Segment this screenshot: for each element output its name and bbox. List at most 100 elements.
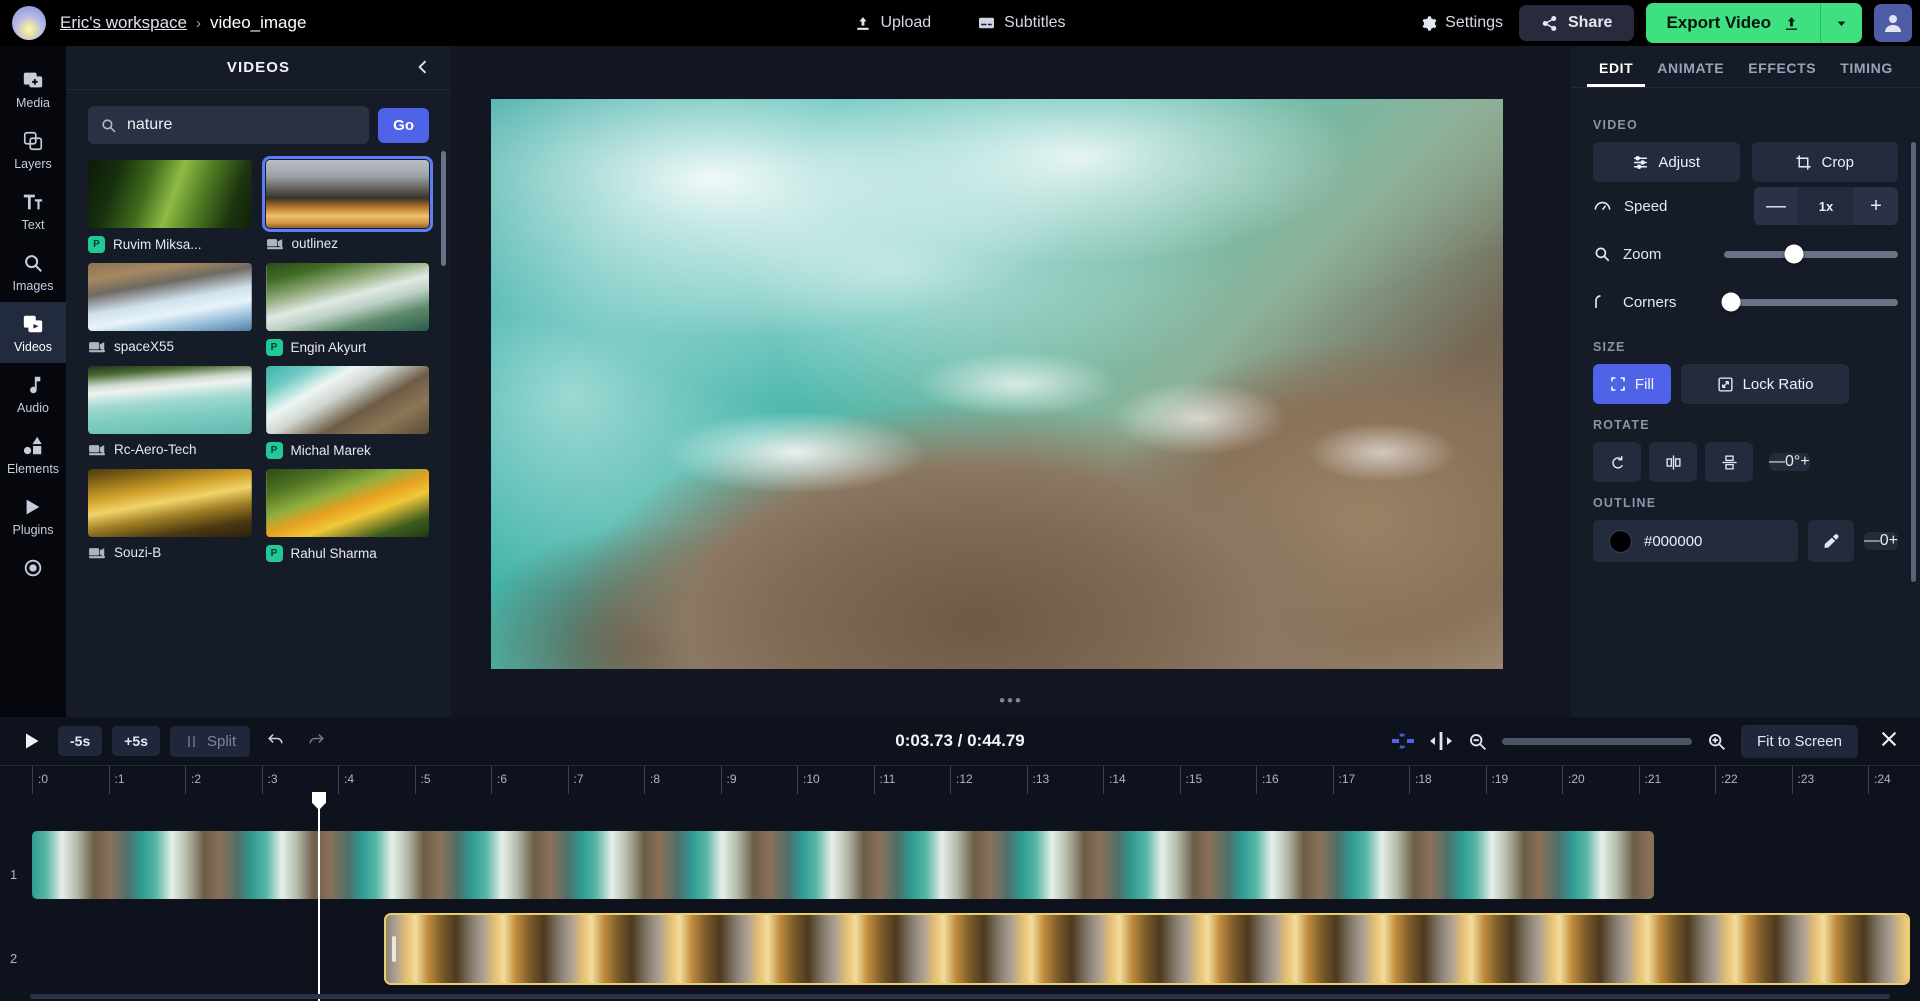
tab-effects[interactable]: EFFECTS bbox=[1736, 46, 1828, 87]
flip-horizontal-button[interactable] bbox=[1649, 442, 1697, 482]
zoom-slider-knob[interactable] bbox=[1784, 244, 1804, 264]
list-item[interactable]: P Michal Marek bbox=[265, 366, 429, 459]
close-timeline-button[interactable] bbox=[1872, 728, 1906, 755]
video-thumbnail[interactable] bbox=[88, 263, 252, 331]
sidebar-item-videos[interactable]: Videos bbox=[0, 302, 66, 363]
list-item[interactable]: P Engin Akyurt bbox=[265, 263, 429, 356]
corners-slider-knob[interactable] bbox=[1721, 292, 1741, 312]
upload-button[interactable]: Upload bbox=[854, 14, 931, 32]
rotate-increase-button[interactable]: + bbox=[1800, 453, 1809, 471]
outline-decrease-button[interactable]: — bbox=[1864, 532, 1880, 550]
fit-to-screen-button[interactable]: Fit to Screen bbox=[1740, 724, 1858, 758]
inspector-scrollbar[interactable] bbox=[1911, 142, 1916, 582]
rotate-button[interactable] bbox=[1593, 442, 1641, 482]
tab-timing[interactable]: TIMING bbox=[1828, 46, 1905, 87]
videos-panel-scrollbar[interactable] bbox=[441, 151, 446, 266]
sidebar-item-elements[interactable]: Elements bbox=[0, 424, 66, 485]
tab-animate[interactable]: ANIMATE bbox=[1645, 46, 1736, 87]
stage-resize-handle[interactable]: ••• bbox=[999, 691, 1023, 711]
timeline-ruler[interactable]: :0:1:2:3:4:5:6:7:8:9:10:11:12:13:14:15:1… bbox=[0, 765, 1920, 794]
search-box[interactable] bbox=[88, 106, 370, 144]
list-item[interactable]: spaceX55 bbox=[88, 263, 252, 356]
video-thumbnail[interactable] bbox=[88, 469, 252, 537]
breadcrumb-workspace[interactable]: Eric's workspace bbox=[60, 13, 187, 33]
search-go-button[interactable]: Go bbox=[378, 107, 429, 143]
list-item[interactable]: outlinez bbox=[261, 156, 433, 253]
list-item[interactable]: P Rahul Sharma bbox=[265, 469, 429, 562]
corners-slider[interactable] bbox=[1721, 292, 1898, 312]
images-icon bbox=[25, 255, 42, 272]
share-button[interactable]: Share bbox=[1518, 5, 1635, 41]
subtitles-button[interactable]: Subtitles bbox=[977, 14, 1066, 32]
upload-label: Upload bbox=[880, 14, 932, 31]
zoom-out-icon[interactable] bbox=[1467, 731, 1488, 752]
export-video-button[interactable]: Export Video bbox=[1646, 3, 1820, 43]
playhead[interactable] bbox=[312, 792, 326, 1001]
play-button[interactable] bbox=[14, 724, 48, 758]
speed-icon bbox=[1594, 201, 1611, 210]
track-number: 1 bbox=[10, 867, 18, 882]
video-thumbnail[interactable] bbox=[265, 263, 429, 331]
video-thumbnail[interactable] bbox=[261, 156, 433, 232]
split-button[interactable]: Split bbox=[169, 725, 251, 757]
speed-increase-button[interactable]: + bbox=[1854, 187, 1898, 225]
playhead-handle[interactable] bbox=[312, 792, 326, 810]
fit-width-icon[interactable] bbox=[1429, 731, 1453, 751]
collapse-panel-button[interactable] bbox=[413, 57, 433, 82]
skip-back-5s-button[interactable]: -5s bbox=[58, 726, 103, 756]
fill-button[interactable]: Fill bbox=[1593, 364, 1671, 404]
sidebar-label: Audio bbox=[17, 401, 49, 415]
zoom-slider[interactable] bbox=[1723, 244, 1898, 264]
tab-edit[interactable]: EDIT bbox=[1587, 46, 1645, 87]
list-item[interactable]: Souzi-B bbox=[88, 469, 252, 562]
adjust-button[interactable]: Adjust bbox=[1593, 142, 1740, 182]
lock-ratio-button[interactable]: Lock Ratio bbox=[1681, 364, 1849, 404]
timeline-clip[interactable] bbox=[32, 831, 1654, 899]
list-item[interactable]: Rc-Aero-Tech bbox=[88, 366, 252, 459]
redo-icon bbox=[309, 733, 325, 744]
sidebar-item-audio[interactable]: Audio bbox=[0, 363, 66, 424]
clip-trim-handle-left[interactable] bbox=[392, 936, 396, 962]
skip-forward-5s-button[interactable]: +5s bbox=[112, 726, 160, 756]
user-avatar[interactable] bbox=[1874, 4, 1912, 42]
workspace-avatar[interactable] bbox=[12, 6, 46, 40]
redo-button[interactable] bbox=[301, 729, 332, 753]
timeline-horizontal-scrollbar[interactable] bbox=[30, 994, 1890, 999]
video-thumbnail[interactable] bbox=[265, 366, 429, 434]
snap-icon[interactable] bbox=[1391, 731, 1415, 751]
list-item[interactable]: P Ruvim Miksa... bbox=[88, 160, 252, 253]
top-right-actions: Settings Share Export Video bbox=[1420, 0, 1920, 46]
video-badge-icon bbox=[89, 342, 105, 353]
sidebar-label: Videos bbox=[14, 340, 52, 354]
ruler-tick: :6 bbox=[491, 766, 507, 794]
sidebar-item-more[interactable] bbox=[0, 546, 66, 588]
section-label-video: VIDEO bbox=[1593, 118, 1638, 132]
timeline-zoom-slider[interactable] bbox=[1501, 737, 1692, 745]
ruler-tick: :4 bbox=[338, 766, 354, 794]
video-thumbnail[interactable] bbox=[88, 160, 252, 228]
rotate-decrease-button[interactable]: — bbox=[1769, 453, 1785, 471]
split-label: Split bbox=[206, 732, 237, 750]
export-group: Export Video bbox=[1646, 3, 1862, 43]
breadcrumb-project[interactable]: video_image bbox=[210, 13, 306, 33]
sidebar-item-media[interactable]: Media bbox=[0, 58, 66, 119]
settings-button[interactable]: Settings bbox=[1420, 14, 1503, 32]
sidebar-item-layers[interactable]: Layers bbox=[0, 119, 66, 180]
sidebar-item-text[interactable]: Text bbox=[0, 180, 66, 241]
zoom-in-icon[interactable] bbox=[1706, 731, 1727, 752]
outline-color-chip[interactable]: #000000 bbox=[1593, 520, 1798, 562]
eyedropper-button[interactable] bbox=[1807, 520, 1854, 562]
speed-decrease-button[interactable]: — bbox=[1754, 187, 1798, 225]
video-preview[interactable] bbox=[491, 99, 1503, 669]
flip-vertical-button[interactable] bbox=[1705, 442, 1753, 482]
timeline-clip[interactable] bbox=[384, 913, 1910, 985]
search-input[interactable] bbox=[127, 116, 358, 134]
sidebar-item-images[interactable]: Images bbox=[0, 241, 66, 302]
video-thumbnail[interactable] bbox=[265, 469, 429, 537]
export-options-caret[interactable] bbox=[1820, 3, 1862, 43]
undo-button[interactable] bbox=[260, 729, 291, 753]
video-thumbnail[interactable] bbox=[88, 366, 252, 434]
crop-button[interactable]: Crop bbox=[1751, 142, 1898, 182]
sidebar-item-plugins[interactable]: Plugins bbox=[0, 485, 66, 546]
outline-increase-button[interactable]: + bbox=[1889, 532, 1898, 550]
